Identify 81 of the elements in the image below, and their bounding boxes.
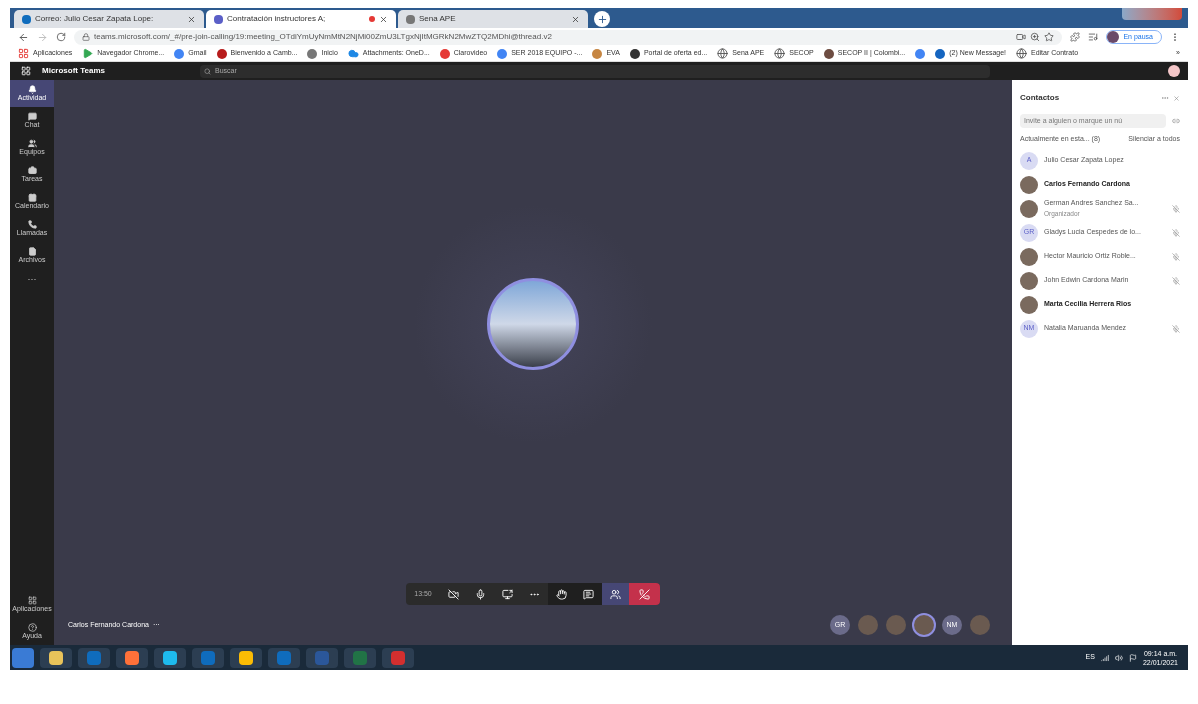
more-apps[interactable]: ··· — [27, 273, 37, 287]
taskbar-app-icon[interactable] — [40, 647, 72, 668]
extensions-icon[interactable] — [1070, 32, 1081, 42]
phone-icon — [27, 220, 37, 229]
star-icon[interactable] — [1044, 32, 1055, 42]
photo-avatar — [1020, 295, 1038, 314]
panel-title: Contactos — [1020, 92, 1061, 104]
browser-tab[interactable]: Correo: Julio Cesar Zapata Lope: — [14, 10, 204, 28]
apps-icon — [27, 596, 37, 605]
close-icon[interactable] — [379, 14, 388, 24]
taskbar-app-icon[interactable] — [154, 647, 186, 668]
site-icon — [915, 48, 926, 59]
photo-avatar[interactable] — [914, 615, 934, 635]
share-screen-icon — [501, 588, 513, 600]
hang-up-button[interactable] — [628, 583, 660, 605]
taskbar-app-icon[interactable] — [230, 647, 262, 668]
browser-tab[interactable]: Contratación instructores A; — [206, 10, 396, 28]
file-icon — [27, 247, 37, 256]
tab-favicon — [214, 14, 223, 24]
bookmark[interactable] — [915, 48, 926, 59]
globe-icon — [774, 48, 786, 59]
hand-icon — [555, 588, 567, 600]
taskbar-app-icon[interactable] — [12, 647, 34, 668]
bell-icon — [27, 85, 37, 94]
camera-icon[interactable] — [1016, 32, 1027, 42]
app-title: Microsoft Teams — [42, 65, 106, 77]
back-icon[interactable] — [18, 31, 29, 43]
zoom-icon[interactable] — [1030, 32, 1041, 42]
close-icon[interactable] — [187, 14, 196, 24]
mic-icon — [474, 588, 486, 600]
media-icon[interactable] — [1088, 32, 1099, 42]
volume-icon[interactable] — [1114, 653, 1123, 662]
site-icon — [307, 48, 318, 59]
site-icon — [174, 48, 185, 59]
participants-button[interactable] — [601, 583, 629, 605]
globe-icon — [1016, 48, 1027, 59]
reload-icon[interactable] — [56, 32, 66, 42]
tab-title: Correo: Julio Cesar Zapata Lope: — [35, 13, 155, 25]
photo-avatar — [1020, 271, 1038, 290]
cloud-icon — [347, 48, 359, 59]
calendar-icon — [27, 193, 37, 202]
taskbar-app-icon[interactable] — [116, 647, 148, 668]
app-launcher-icon[interactable] — [21, 66, 31, 76]
people-icon — [609, 588, 621, 600]
site-icon — [592, 48, 603, 59]
raise-hand-button[interactable] — [547, 583, 575, 605]
profile-avatar — [1107, 31, 1120, 43]
globe-icon — [717, 48, 729, 59]
photo-avatar — [1020, 247, 1038, 266]
flag-icon[interactable] — [1128, 653, 1137, 662]
address-field[interactable]: teams.microsoft.com/_#/pre-join-calling/19:meeting_OTdiYmUyNmMtN2NjMi00ZmU3LTgxNjItMGRkN2MwZTQ2MDhi@thread.v2 — [74, 29, 1063, 45]
camera-off-icon — [447, 588, 459, 600]
plus-icon — [596, 13, 608, 25]
site-icon — [439, 48, 450, 59]
apps-icon — [18, 48, 29, 59]
tab-title: Contratación instructores A; — [227, 13, 327, 25]
chat-button[interactable] — [574, 583, 602, 605]
tab-favicon — [22, 14, 31, 24]
photo-avatar — [1020, 199, 1038, 218]
teams-icon — [27, 139, 37, 148]
new-tab-button[interactable] — [594, 11, 610, 27]
lock-icon — [82, 33, 90, 41]
profile-avatar[interactable] — [1168, 65, 1180, 77]
site-icon — [823, 48, 834, 59]
browser-tab[interactable]: Sena APE — [398, 10, 588, 28]
site-icon — [629, 48, 640, 59]
site-icon — [935, 48, 946, 59]
search-icon — [204, 67, 211, 75]
play-icon — [82, 48, 94, 59]
bag-icon — [27, 166, 37, 175]
help-icon — [27, 623, 37, 632]
chat-icon — [582, 588, 594, 600]
network-icon[interactable] — [1100, 653, 1109, 662]
chat-icon — [27, 112, 37, 121]
hang-up-icon — [638, 588, 650, 600]
close-icon[interactable] — [571, 14, 580, 24]
photo-avatar — [1020, 175, 1038, 194]
tab-title: Sena APE — [419, 13, 457, 25]
site-icon — [497, 48, 508, 59]
tab-favicon — [406, 14, 415, 24]
site-icon — [216, 48, 227, 59]
